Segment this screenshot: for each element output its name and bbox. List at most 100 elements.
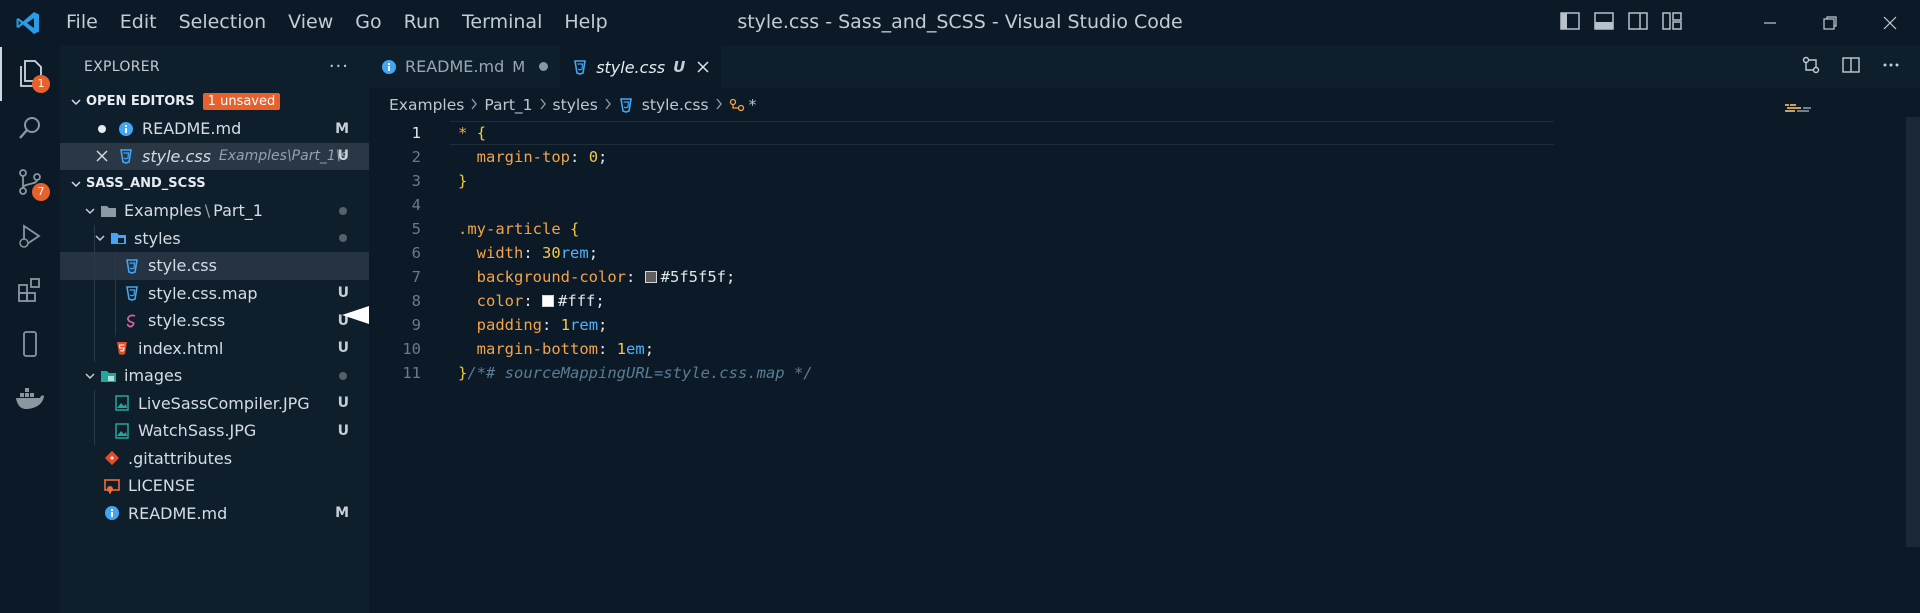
color-swatch[interactable]	[542, 295, 555, 307]
editor-area: README.md M style.css U Examples Part_1 …	[369, 45, 1920, 613]
extensions-icon[interactable]	[0, 263, 60, 317]
open-editors-section[interactable]: OPEN EDITORS 1 unsaved	[60, 88, 369, 115]
file-live-sass-compiler-jpg[interactable]: LiveSassCompiler.JPG U	[60, 389, 369, 417]
modified-dot	[339, 371, 347, 380]
open-editor-path: Examples\Part_1\s...	[218, 148, 349, 165]
file-watch-sass-jpg[interactable]: WatchSass.JPG U	[60, 417, 369, 445]
modified-dot	[339, 234, 347, 243]
minimize-icon[interactable]	[1740, 0, 1800, 45]
code-text: }	[458, 172, 468, 190]
line-number: 10	[402, 340, 421, 358]
file-readme[interactable]: README.md M	[60, 500, 369, 528]
tab-readme[interactable]: README.md M	[369, 45, 561, 88]
git-status: M	[335, 505, 349, 522]
code-text: padding: 1rem;	[476, 316, 608, 334]
vscode-logo-icon	[0, 0, 55, 45]
tab-git-status: U	[673, 58, 686, 76]
line-number: 3	[411, 172, 421, 190]
split-editor-icon[interactable]	[1842, 56, 1860, 78]
minimap[interactable]	[1785, 104, 1825, 112]
search-icon[interactable]	[0, 101, 60, 155]
open-editor-readme[interactable]: README.md M	[60, 115, 369, 143]
code-line: 3 }	[369, 169, 1920, 193]
menu-file[interactable]: File	[55, 0, 109, 45]
open-editor-style-css[interactable]: style.css Examples\Part_1\s... U	[60, 142, 369, 170]
breadcrumb-item[interactable]: *	[749, 96, 757, 114]
unsaved-dot-icon[interactable]	[94, 121, 110, 137]
breadcrumb: Examples Part_1 styles style.css *	[369, 88, 1920, 121]
remote-device-icon[interactable]	[0, 317, 60, 371]
menu-terminal[interactable]: Terminal	[451, 0, 553, 45]
folder-label: styles	[134, 228, 181, 248]
breadcrumb-item[interactable]: Examples	[389, 96, 464, 114]
license-file-icon	[104, 478, 120, 494]
folder-styles[interactable]: styles	[60, 224, 369, 252]
chevron-down-icon	[80, 205, 100, 217]
unsaved-dot-icon[interactable]	[539, 62, 549, 71]
tab-label: README.md	[405, 57, 505, 76]
info-file-icon	[104, 505, 120, 521]
folder-open-icon	[100, 203, 116, 219]
explorer-icon[interactable]: 1	[0, 47, 60, 101]
indent-guide	[94, 417, 95, 445]
folder-examples-part1[interactable]: Examples \ Part_1	[60, 197, 369, 225]
menu-run[interactable]: Run	[393, 0, 451, 45]
indent-guide	[115, 279, 116, 307]
more-actions-icon[interactable]: ···	[329, 56, 349, 77]
css-file-icon	[124, 258, 140, 274]
code-text: margin-bottom: 1em;	[476, 340, 655, 358]
tab-style-css[interactable]: style.css U	[560, 45, 722, 88]
indent-guide	[94, 307, 95, 335]
file-gitattributes[interactable]: .gitattributes	[60, 445, 369, 473]
indent-guide	[94, 334, 95, 362]
toggle-secondary-sidebar-icon[interactable]	[1628, 11, 1648, 34]
toggle-panel-icon[interactable]	[1594, 11, 1614, 34]
breadcrumb-item[interactable]: style.css	[642, 96, 709, 114]
code-line: 1 * {	[369, 121, 1920, 145]
color-swatch[interactable]	[644, 271, 657, 283]
file-license[interactable]: LICENSE	[60, 472, 369, 500]
folder-label: images	[124, 366, 183, 386]
more-actions-icon[interactable]	[1882, 56, 1900, 78]
restore-icon[interactable]	[1800, 0, 1860, 45]
menu-view[interactable]: View	[277, 0, 344, 45]
menu-edit[interactable]: Edit	[109, 0, 168, 45]
workspace-section[interactable]: SASS_AND_SCSS	[60, 170, 369, 197]
breadcrumb-item[interactable]: styles	[553, 96, 598, 114]
menu-go[interactable]: Go	[344, 0, 392, 45]
file-label: LiveSassCompiler.JPG	[138, 393, 310, 413]
menu-bar: File Edit Selection View Go Run Terminal…	[55, 0, 619, 45]
sass-file-icon	[124, 313, 140, 329]
file-style-css-map[interactable]: style.css.map U	[60, 279, 369, 307]
breadcrumb-item[interactable]: Part_1	[484, 96, 532, 114]
folder-images[interactable]: images	[60, 362, 369, 390]
file-style-scss[interactable]: style.scss U	[60, 307, 369, 335]
chevron-down-icon	[90, 232, 110, 244]
run-debug-icon[interactable]	[0, 209, 60, 263]
file-label: index.html	[138, 338, 224, 358]
source-control-icon[interactable]: 7	[0, 155, 60, 209]
menu-help[interactable]: Help	[553, 0, 618, 45]
menu-selection[interactable]: Selection	[168, 0, 278, 45]
open-editor-label: README.md	[142, 119, 242, 139]
code-editor[interactable]: 1 * { 2 margin-top: 0; 3 } 4 5 .my-artic…	[369, 121, 1920, 385]
open-editors-title: OPEN EDITORS	[86, 94, 195, 109]
file-style-css[interactable]: style.css	[60, 252, 369, 280]
path-separator: \	[204, 201, 211, 221]
editor-tabs: README.md M style.css U	[369, 45, 1920, 88]
line-number: 8	[411, 292, 421, 310]
file-label: style.scss	[148, 311, 226, 331]
file-index-html[interactable]: index.html U	[60, 334, 369, 362]
chevron-right-icon	[604, 96, 612, 114]
close-tab-icon[interactable]	[697, 58, 709, 77]
close-icon[interactable]	[94, 148, 110, 164]
css-file-icon	[118, 148, 134, 165]
vertical-scrollbar[interactable]	[1906, 117, 1920, 547]
toggle-primary-sidebar-icon[interactable]	[1560, 11, 1580, 34]
compare-changes-icon[interactable]	[1802, 56, 1820, 78]
customize-layout-icon[interactable]	[1662, 11, 1682, 34]
docker-icon[interactable]	[0, 371, 60, 425]
code-text: color: #fff;	[476, 292, 605, 310]
file-label: LICENSE	[128, 476, 196, 496]
close-window-icon[interactable]	[1860, 0, 1920, 45]
